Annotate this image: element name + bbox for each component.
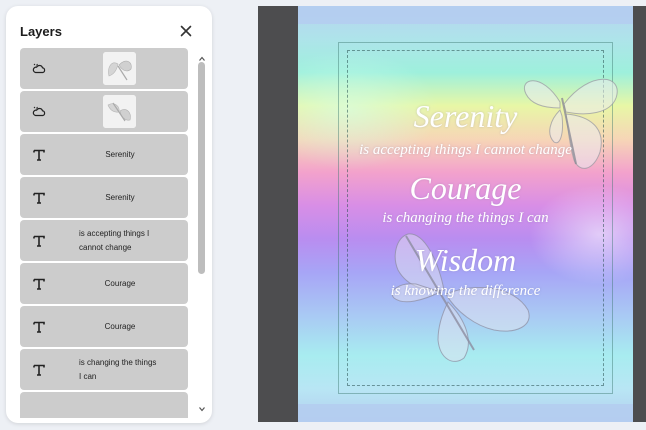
layer-label: Courage — [104, 278, 136, 288]
image-cloud-icon — [31, 61, 47, 77]
layer-label: is accepting things I cannot change — [56, 220, 184, 261]
layer-item-text[interactable]: Courage — [20, 306, 188, 347]
text-t-icon — [31, 190, 47, 206]
scroll-up-arrow-icon[interactable] — [198, 50, 206, 61]
layer-label: Serenity — [105, 149, 135, 159]
bleed-strip-top — [298, 6, 633, 24]
layer-item-image-1[interactable] — [20, 48, 188, 89]
layer-label: Serenity — [105, 192, 135, 202]
layer-item-image-2[interactable] — [20, 91, 188, 132]
layer-label-line: is accepting things I — [79, 228, 150, 238]
layer-list: Serenity Serenity is accepting things I … — [20, 48, 188, 418]
panel-title: Layers — [20, 24, 62, 39]
layer-item-text[interactable]: Serenity — [20, 134, 188, 175]
bleed-strip-bottom — [298, 404, 633, 422]
image-cloud-icon — [31, 104, 47, 120]
scroll-down-arrow-icon[interactable] — [198, 400, 206, 412]
text-t-icon — [31, 362, 47, 378]
layer-label-line: I can — [79, 371, 97, 381]
layer-label: is changing the things I can — [56, 349, 184, 390]
layers-panel: Layers Serenity Serenity is accepting th… — [6, 6, 212, 423]
close-icon — [180, 25, 192, 37]
design-text-wisdom[interactable]: Wisdom — [298, 242, 633, 279]
layer-scrollbar[interactable] — [197, 48, 207, 412]
scroll-thumb[interactable] — [198, 62, 205, 274]
design-text-courage[interactable]: Courage — [298, 170, 633, 207]
layer-thumbnail — [103, 95, 136, 128]
layer-label-line: is changing the things — [79, 357, 157, 367]
layer-item-text[interactable]: Serenity — [20, 177, 188, 218]
layer-thumbnail — [103, 52, 136, 85]
text-t-icon — [31, 147, 47, 163]
design-text-line2[interactable]: is changing the things I can — [298, 210, 633, 227]
text-t-icon — [31, 233, 47, 249]
text-t-icon — [31, 276, 47, 292]
layer-label: Courage — [104, 321, 136, 331]
layer-item-partial[interactable] — [20, 392, 188, 418]
layer-label-line: cannot change — [79, 242, 132, 252]
panel-header: Layers — [6, 6, 212, 52]
layer-item-text[interactable]: is accepting things I cannot change — [20, 220, 188, 261]
design-text-line3[interactable]: is knowing the difference — [298, 283, 633, 300]
layer-item-text[interactable]: is changing the things I can — [20, 349, 188, 390]
text-t-icon — [31, 319, 47, 335]
design-page[interactable]: Serenity is accepting things I cannot ch… — [298, 6, 633, 422]
design-canvas[interactable]: Serenity is accepting things I cannot ch… — [258, 6, 646, 422]
design-text-serenity[interactable]: Serenity — [298, 98, 633, 135]
close-button[interactable] — [178, 23, 194, 39]
layer-item-text[interactable]: Courage — [20, 263, 188, 304]
design-text-line1[interactable]: is accepting things I cannot change — [298, 142, 633, 159]
